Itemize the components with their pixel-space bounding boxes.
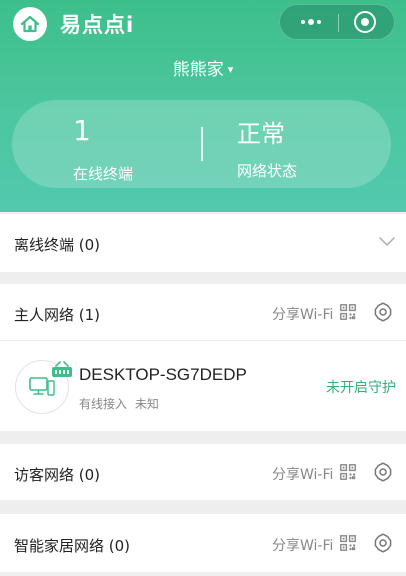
- caret-down-icon: ▾: [227, 63, 234, 76]
- online-count: 1: [73, 114, 91, 147]
- stats-divider: [201, 127, 203, 161]
- qr-code-icon[interactable]: [340, 464, 356, 480]
- more-dots-icon[interactable]: [296, 5, 326, 39]
- home-name: 熊熊家: [172, 60, 224, 80]
- qr-code-icon[interactable]: [340, 304, 356, 320]
- guest-network-row[interactable]: 访客网络 (0) 分享Wi-Fi: [0, 444, 406, 500]
- host-network-label: 主人网络 (1): [14, 306, 101, 324]
- smart-home-network-row[interactable]: 智能家居网络 (0) 分享Wi-Fi: [0, 514, 406, 572]
- share-wifi-link[interactable]: 分享Wi-Fi: [272, 464, 333, 484]
- chevron-down-icon: [379, 237, 395, 246]
- offline-terminals-label: 离线终端 (0): [14, 236, 101, 254]
- capsule-divider: [338, 14, 339, 32]
- device-name: DESKTOP-SG7DEDP: [79, 365, 247, 384]
- computer-icon: [29, 377, 55, 396]
- host-network-row[interactable]: 主人网络 (1) 分享Wi-Fi: [0, 284, 406, 340]
- device-connection-type: 有线接入: [79, 397, 128, 411]
- device-extra-info: 未知: [134, 397, 159, 411]
- header: 易点点i 熊熊家 ▾ 1 在线终端 正常 网络状态: [0, 0, 406, 212]
- protection-status-link[interactable]: 未开启守护: [326, 377, 396, 397]
- gear-icon[interactable]: [373, 462, 393, 482]
- smart-home-network-label: 智能家居网络 (0): [14, 537, 131, 555]
- target-icon[interactable]: [354, 11, 376, 33]
- online-label: 在线终端: [73, 165, 134, 183]
- device-row[interactable]: DESKTOP-SG7DEDP 有线接入 未知 未开启守护: [0, 341, 406, 431]
- offline-terminals-row[interactable]: 离线终端 (0): [0, 214, 406, 272]
- guest-network-label: 访客网络 (0): [14, 466, 101, 484]
- share-wifi-link[interactable]: 分享Wi-Fi: [272, 304, 333, 324]
- share-wifi-link[interactable]: 分享Wi-Fi: [272, 535, 333, 555]
- network-status-value: 正常: [237, 120, 285, 148]
- home-icon: [20, 15, 40, 33]
- device-connection: 有线接入 未知: [79, 395, 159, 412]
- app-title: 易点点i: [60, 13, 135, 37]
- router-icon: [52, 361, 72, 377]
- stats-card: 1 在线终端 正常 网络状态: [12, 100, 391, 188]
- home-button[interactable]: [13, 7, 47, 41]
- gear-icon[interactable]: [373, 302, 393, 322]
- mini-program-capsule: [279, 4, 395, 40]
- gear-icon[interactable]: [373, 533, 393, 553]
- qr-code-icon[interactable]: [340, 535, 356, 551]
- home-selector[interactable]: 熊熊家 ▾: [0, 55, 406, 80]
- network-status-label: 网络状态: [237, 162, 298, 180]
